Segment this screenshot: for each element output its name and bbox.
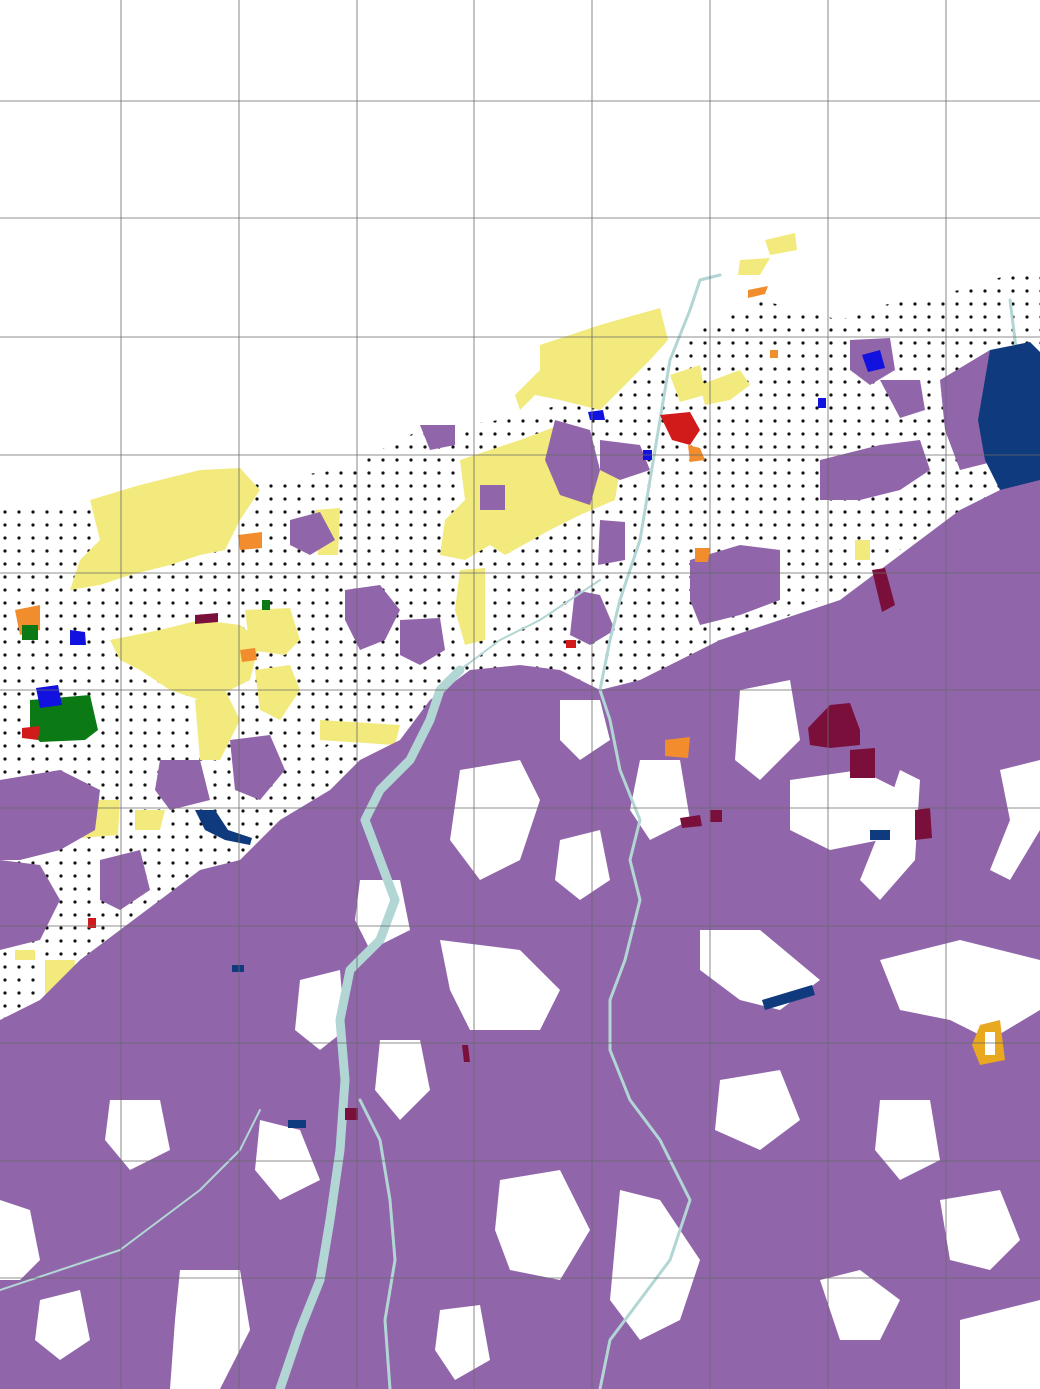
map-svg [0,0,1040,1389]
map-canvas[interactable] [0,0,1040,1389]
